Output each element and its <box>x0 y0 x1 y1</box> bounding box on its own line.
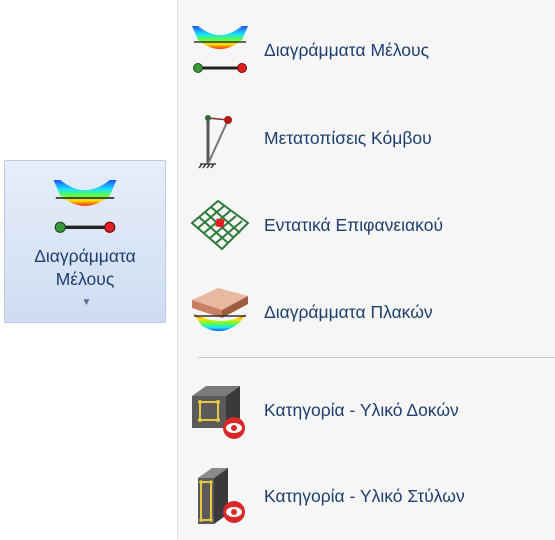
menu-item-label: Μετατοπίσεις Κόμβου <box>264 128 432 148</box>
menu-item-label: Κατηγορία - Υλικό Στύλων <box>264 486 465 506</box>
beam-material-icon <box>192 386 245 439</box>
menu-item-slab-diagrams[interactable]: Διαγράμματα Πλακών <box>178 275 555 349</box>
member-diagrams-ribbon-button[interactable]: Διαγράμματα Μέλους ▼ <box>4 160 166 323</box>
menu-item-label: Διαγράμματα Μέλους <box>264 40 430 60</box>
menu-item-label: Διαγράμματα Πλακών <box>264 302 433 322</box>
ribbon-button-label-line1: Διαγράμματα <box>34 246 136 266</box>
menu-item-label: Εντατικά Επιφανειακού <box>264 215 444 235</box>
member-diagrams-dropdown-menu: Διαγράμματα Μέλους Μετατοπίσεις Κόμβου Ε… <box>177 0 555 540</box>
menu-item-member-diagrams[interactable]: Διαγράμματα Μέλους <box>178 13 555 87</box>
node-displacement-icon <box>198 115 232 169</box>
menu-separator <box>198 357 555 358</box>
slab-diagram-icon <box>192 288 248 332</box>
menu-item-beam-category-material[interactable]: Κατηγορία - Υλικό Δοκών <box>178 373 555 447</box>
surface-mesh-icon <box>190 199 250 251</box>
column-material-icon <box>198 468 245 524</box>
menu-item-column-category-material[interactable]: Κατηγορία - Υλικό Στύλων <box>178 459 555 533</box>
menu-item-surface-stresses[interactable]: Εντατικά Επιφανειακού <box>178 188 555 262</box>
member-diagram-icon <box>53 180 117 233</box>
member-diagram-icon <box>192 26 248 73</box>
menu-item-node-displacements[interactable]: Μετατοπίσεις Κόμβου <box>178 101 555 175</box>
dropdown-arrow-icon[interactable]: ▼ <box>8 291 165 314</box>
menu-item-label: Κατηγορία - Υλικό Δοκών <box>264 400 459 420</box>
ribbon-button-label-line2: Μέλους <box>55 269 115 289</box>
